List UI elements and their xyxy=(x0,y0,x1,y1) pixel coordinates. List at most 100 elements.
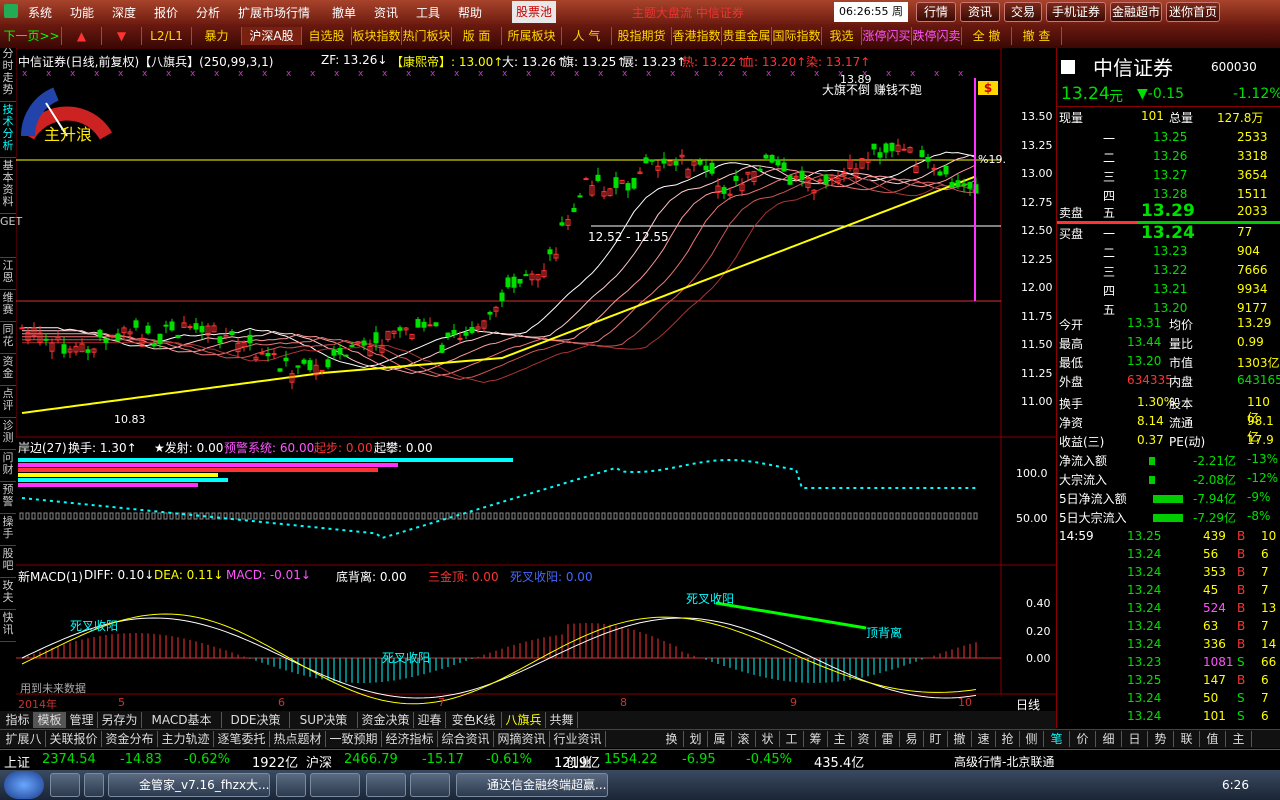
toolbar-item-3[interactable]: L2/L1 xyxy=(142,27,192,45)
indicator-tab-4[interactable]: MACD基本 xyxy=(142,712,222,728)
info-tab-4[interactable]: 逐笔委托 xyxy=(214,731,270,747)
toolbar-item-16[interactable]: 我选 xyxy=(822,27,862,45)
toolbar-item-2[interactable]: ▼ xyxy=(102,27,142,45)
start-button[interactable] xyxy=(4,771,44,799)
toolbar-item-7[interactable]: 板块指数 xyxy=(352,27,402,45)
indicator-tab-7[interactable]: 资金决策 xyxy=(358,712,414,728)
indicator-tab-6[interactable]: SUP决策 xyxy=(290,712,358,728)
left-tab-1[interactable]: 技术分析 xyxy=(0,104,16,158)
info-tab-5[interactable]: 热点题材 xyxy=(270,731,326,747)
key-tab-4[interactable]: 状 xyxy=(756,731,780,747)
top-button-4[interactable]: 金融超市 xyxy=(1110,2,1162,22)
toolbar-item-11[interactable]: 人 气 xyxy=(562,27,612,45)
left-tab-3[interactable]: GET xyxy=(0,216,22,258)
taskbar-app-icon-3[interactable] xyxy=(366,773,406,797)
key-tab-3[interactable]: 滚 xyxy=(732,731,756,747)
toolbar-item-17[interactable]: 涨停闪买 xyxy=(862,27,912,45)
left-tab-2[interactable]: 基本资料 xyxy=(0,160,16,214)
toolbar-item-18[interactable]: 跌停闪卖 xyxy=(912,27,962,45)
right-key-6[interactable]: 值 xyxy=(1200,731,1226,747)
menu-item-0[interactable]: 系统 xyxy=(28,4,52,21)
menu-item-3[interactable]: 报价 xyxy=(154,4,178,21)
menu-item-1[interactable]: 功能 xyxy=(70,4,94,21)
key-tab-9[interactable]: 雷 xyxy=(876,731,900,747)
toolbar-item-13[interactable]: 香港指数 xyxy=(672,27,722,45)
menu-item-9[interactable]: 帮助 xyxy=(458,4,482,21)
menu-item-7[interactable]: 资讯 xyxy=(374,4,398,21)
indicator-tab-9[interactable]: 变色K线 xyxy=(446,712,502,728)
right-key-3[interactable]: 日 xyxy=(1122,731,1148,747)
info-tab-8[interactable]: 综合资讯 xyxy=(438,731,494,747)
left-tab-8[interactable]: 点评 xyxy=(0,388,16,418)
taskbar-app-icon-4[interactable] xyxy=(410,773,450,797)
key-tab-6[interactable]: 筹 xyxy=(804,731,828,747)
taskbar-app-icon-2[interactable] xyxy=(310,773,360,797)
indicator-tab-3[interactable]: 另存为 xyxy=(98,712,142,728)
toolbar-item-9[interactable]: 版 面 xyxy=(452,27,502,45)
toolbar-item-10[interactable]: 所属板块 xyxy=(502,27,562,45)
right-key-5[interactable]: 联 xyxy=(1174,731,1200,747)
toolbar-item-19[interactable]: 全 撤 xyxy=(962,27,1012,45)
info-tab-9[interactable]: 网摘资讯 xyxy=(494,731,550,747)
left-tab-11[interactable]: 预警 xyxy=(0,484,16,514)
index-field[interactable]: 沪深 xyxy=(306,752,332,771)
key-tab-0[interactable]: 换 xyxy=(660,731,684,747)
left-tab-9[interactable]: 诊测 xyxy=(0,420,16,450)
left-tab-0[interactable]: 分时走势 xyxy=(0,48,16,102)
left-tab-15[interactable]: 快讯 xyxy=(0,612,16,642)
menu-item-6[interactable]: 撤单 xyxy=(332,4,356,21)
taskbar-app-icon[interactable] xyxy=(276,773,306,797)
info-tab-3[interactable]: 主力轨迹 xyxy=(158,731,214,747)
index-field[interactable]: 上证 xyxy=(4,752,30,771)
top-button-5[interactable]: 迷你首页 xyxy=(1166,2,1220,22)
indicator-tab-0[interactable]: 指标 xyxy=(2,712,34,728)
toolbar-item-20[interactable]: 撤 查 xyxy=(1012,27,1062,45)
info-tab-10[interactable]: 行业资讯 xyxy=(550,731,606,747)
info-tab-0[interactable]: 扩展八 xyxy=(2,731,46,747)
top-button-0[interactable]: 行情 xyxy=(916,2,956,22)
key-tab-5[interactable]: 工 xyxy=(780,731,804,747)
key-tab-1[interactable]: 划 xyxy=(684,731,708,747)
top-button-1[interactable]: 资讯 xyxy=(960,2,1000,22)
info-tab-7[interactable]: 经济指标 xyxy=(382,731,438,747)
taskbar-ie-icon[interactable] xyxy=(50,773,80,797)
chart-area[interactable]: xxxxxxxxxxxxxxxxxxxxxxxxxxxxxxxxxxxxxxxx… xyxy=(16,48,1056,728)
index-field[interactable]: 创业 xyxy=(566,752,592,771)
taskbar-clock[interactable]: 6:26 xyxy=(1222,778,1249,792)
toolbar-item-1[interactable]: ▲ xyxy=(62,27,102,45)
toolbar-item-15[interactable]: 国际指数 xyxy=(772,27,822,45)
info-tab-2[interactable]: 资金分布 xyxy=(102,731,158,747)
toolbar-item-8[interactable]: 热门板块 xyxy=(402,27,452,45)
key-tab-15[interactable]: 侧 xyxy=(1020,731,1044,747)
taskbar-item-2[interactable]: 通达信金融终端超赢... xyxy=(456,773,608,797)
key-tab-7[interactable]: 主 xyxy=(828,731,852,747)
left-tab-10[interactable]: 问财 xyxy=(0,452,16,482)
info-tab-1[interactable]: 关联报价 xyxy=(46,731,102,747)
toolbar-item-12[interactable]: 股指期货 xyxy=(612,27,672,45)
key-tab-10[interactable]: 易 xyxy=(900,731,924,747)
right-key-2[interactable]: 细 xyxy=(1096,731,1122,747)
indicator-tab-11[interactable]: 共舞 xyxy=(546,712,578,728)
right-key-1[interactable]: 价 xyxy=(1070,731,1096,747)
left-tab-14[interactable]: 玫夫 xyxy=(0,580,16,610)
menu-item-5[interactable]: 扩展市场行情 xyxy=(238,4,310,21)
top-button-2[interactable]: 交易 xyxy=(1004,2,1042,22)
left-tab-12[interactable]: 操手 xyxy=(0,516,16,546)
menu-item-2[interactable]: 深度 xyxy=(112,4,136,21)
toolbar-item-0[interactable]: 下一页>> xyxy=(2,27,62,45)
menu-stock-pool[interactable]: 股票池 xyxy=(512,1,556,23)
key-tab-12[interactable]: 撤 xyxy=(948,731,972,747)
key-tab-14[interactable]: 抢 xyxy=(996,731,1020,747)
menu-item-4[interactable]: 分析 xyxy=(196,4,220,21)
left-tab-4[interactable]: 江恩 xyxy=(0,260,16,290)
key-tab-8[interactable]: 资 xyxy=(852,731,876,747)
key-tab-13[interactable]: 速 xyxy=(972,731,996,747)
left-tab-13[interactable]: 股吧 xyxy=(0,548,16,578)
toolbar-item-14[interactable]: 贵重金属 xyxy=(722,27,772,45)
toolbar-item-6[interactable]: 自选股 xyxy=(302,27,352,45)
indicator-tab-2[interactable]: 管理 xyxy=(66,712,98,728)
taskbar-folder-icon[interactable] xyxy=(84,773,104,797)
key-tab-11[interactable]: 盯 xyxy=(924,731,948,747)
info-tab-6[interactable]: 一致预期 xyxy=(326,731,382,747)
indicator-tab-8[interactable]: 迎春 xyxy=(414,712,446,728)
